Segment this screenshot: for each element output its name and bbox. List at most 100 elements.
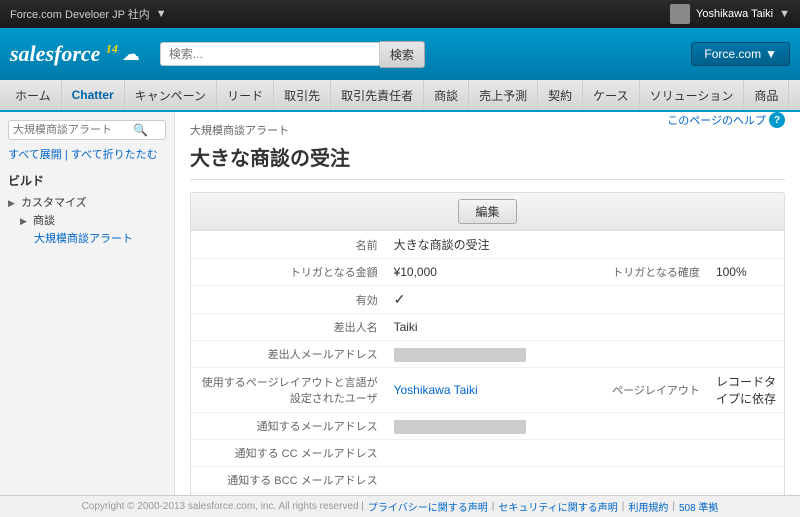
nav-item-solution[interactable]: ソリューション [640,80,745,110]
logo-text: salesforce [10,41,100,66]
sidebar-build-section: ビルド ▶ カスタマイズ ▶ 商談 大規模商談アラート [8,172,166,247]
content-area: 大規模商談アラート このページのヘルプ ? 大きな商談の受注 編集 名前 大きな… [175,112,800,495]
help-icon: ? [769,112,785,128]
label-sender-email: 差出人メールアドレス [191,341,386,368]
detail-panel: 編集 名前 大きな商談の受注 トリガとなる金額 ¥10,000 トリガとなる確度… [190,192,785,495]
edit-button-top[interactable]: 編集 [458,199,516,224]
top-bar: Force.com Develoer JP 社内 ▼ Yoshikawa Tai… [0,0,800,28]
sep1: | [492,501,495,512]
logo-num: 14 [106,42,118,56]
sep3: | [672,501,675,512]
value-trigger-prob: 100% [708,259,784,286]
nav-item-report[interactable]: レポート [789,80,800,110]
help-link[interactable]: このページのヘルプ ? [667,112,785,128]
user-name[interactable]: Yoshikawa Taiki [696,8,773,20]
row-notify-email: 通知するメールアドレス ████████████████ [191,413,784,440]
value-notify-email: ████████████████ [386,413,784,440]
forcecom-label: Force.com [704,47,761,61]
mobile-link[interactable]: 508 準拠 [679,499,718,514]
row-trigger-amount: トリガとなる金額 ¥10,000 トリガとなる確度 100% [191,259,784,286]
top-bar-right: Yoshikawa Taiki ▼ [670,4,790,24]
row-sender-name: 差出人名 Taiki [191,314,784,341]
value-sender-email: ████████████████ [386,341,784,368]
privacy-link[interactable]: プライバシーに関する声明 [368,499,488,514]
nav-item-lead[interactable]: リード [217,80,274,110]
nav-item-case[interactable]: ケース [583,80,639,110]
header: salesforce 14 ☁ 検索 Force.com ▼ [0,28,800,80]
value-notify-cc [386,440,784,467]
search-button[interactable]: 検索 [380,41,425,68]
value-page-layout-user: Yoshikawa Taiki [386,368,582,413]
label-trigger-prob: トリガとなる確度 [581,259,708,286]
row-notify-owner: 商談 所有者へ通知する ✓ [191,494,784,496]
title-area: 大規模商談アラート このページのヘルプ ? 大きな商談の受注 [190,122,785,192]
label-active: 有効 [191,286,386,314]
security-link[interactable]: セキュリティに関する声明 [498,499,617,514]
top-bar-left: Force.com Develoer JP 社内 ▼ [10,6,167,22]
value-active: ✓ [386,286,784,314]
triangle-icon: ▶ [8,198,15,208]
forcecom-button[interactable]: Force.com ▼ [691,42,790,66]
sidebar-alert-item[interactable]: 大規模商談アラート [8,229,166,247]
label-name: 名前 [191,231,386,259]
forcecom-area: Force.com ▼ [691,42,790,66]
sidebar-search-box: 🔍 [8,120,166,140]
nav-item-home[interactable]: ホーム [5,80,62,110]
blurred-email: ████████████████ [394,348,527,362]
logo-area: salesforce 14 ☁ [10,41,140,67]
detail-table: 名前 大きな商談の受注 トリガとなる金額 ¥10,000 トリガとなる確度 10… [191,231,784,495]
value-name: 大きな商談の受注 [386,231,784,259]
alert-link[interactable]: 大規模商談アラート [34,233,133,245]
user-dropdown-icon[interactable]: ▼ [779,8,790,20]
row-name: 名前 大きな商談の受注 [191,231,784,259]
label-page-layout: ページレイアウト [581,368,708,413]
label-page-layout-user: 使用するページレイアウトと言語が設定されたユーザ [191,368,386,413]
expand-all-link[interactable]: すべて展開 [8,149,62,161]
nav-item-account[interactable]: 取引先 [274,80,331,110]
sep2: | [622,501,625,512]
value-notify-bcc [386,467,784,494]
value-notify-owner: ✓ [386,494,784,496]
site-dropdown-icon[interactable]: ▼ [156,8,167,20]
label-notify-cc: 通知する CC メールアドレス [191,440,386,467]
sidebar-customize-item[interactable]: ▶ カスタマイズ [8,193,166,211]
sidebar-section-title: ビルド [8,172,166,189]
nav-item-chatter[interactable]: Chatter [62,80,125,110]
site-name[interactable]: Force.com Develoer JP 社内 [10,6,150,22]
nav-item-contact[interactable]: 取引先責任者 [331,80,424,110]
label-notify-email: 通知するメールアドレス [191,413,386,440]
footer: Copyright © 2000-2013 salesforce.com, in… [0,495,800,517]
row-active: 有効 ✓ [191,286,784,314]
label-sender-name: 差出人名 [191,314,386,341]
value-page-layout: レコードタイプに依存 [708,368,784,413]
row-notify-cc: 通知する CC メールアドレス [191,440,784,467]
nav-item-contract[interactable]: 契約 [538,80,583,110]
logo: salesforce 14 [10,41,118,67]
sidebar-deals-item[interactable]: ▶ 商談 [8,211,166,229]
terms-link[interactable]: 利用規約 [628,499,668,514]
nav-item-campaign[interactable]: キャンペーン [125,80,217,110]
label-trigger-amount: トリガとなる金額 [191,259,386,286]
page-title: 大きな商談の受注 [190,142,785,180]
blurred-notify-email: ████████████████ [394,420,527,434]
row-page-layout-user: 使用するページレイアウトと言語が設定されたユーザ Yoshikawa Taiki… [191,368,784,413]
sidebar-search-input[interactable] [13,124,133,136]
collapse-all-link[interactable]: すべて折りたたむ [71,149,158,161]
page-layout-user-link[interactable]: Yoshikawa Taiki [394,383,478,397]
nav-item-forecast[interactable]: 売上予測 [469,80,538,110]
label-notify-bcc: 通知する BCC メールアドレス [191,467,386,494]
row-notify-bcc: 通知する BCC メールアドレス [191,467,784,494]
sidebar-search-icon[interactable]: 🔍 [133,123,148,137]
help-link-text: このページのヘルプ [667,112,766,128]
search-input[interactable] [160,42,380,66]
nav-item-deal[interactable]: 商談 [424,80,469,110]
row-sender-email: 差出人メールアドレス ████████████████ [191,341,784,368]
customize-label: カスタマイズ [21,197,87,209]
deals-label: 商談 [33,215,55,227]
label-notify-owner: 商談 所有者へ通知する [191,494,386,496]
nav-bar: ホーム Chatter キャンペーン リード 取引先 取引先責任者 商談 売上予… [0,80,800,112]
cloud-icon: ☁ [122,44,140,65]
forcecom-arrow-icon: ▼ [765,47,777,61]
value-sender-name: Taiki [386,314,784,341]
nav-item-product[interactable]: 商品 [744,80,789,110]
